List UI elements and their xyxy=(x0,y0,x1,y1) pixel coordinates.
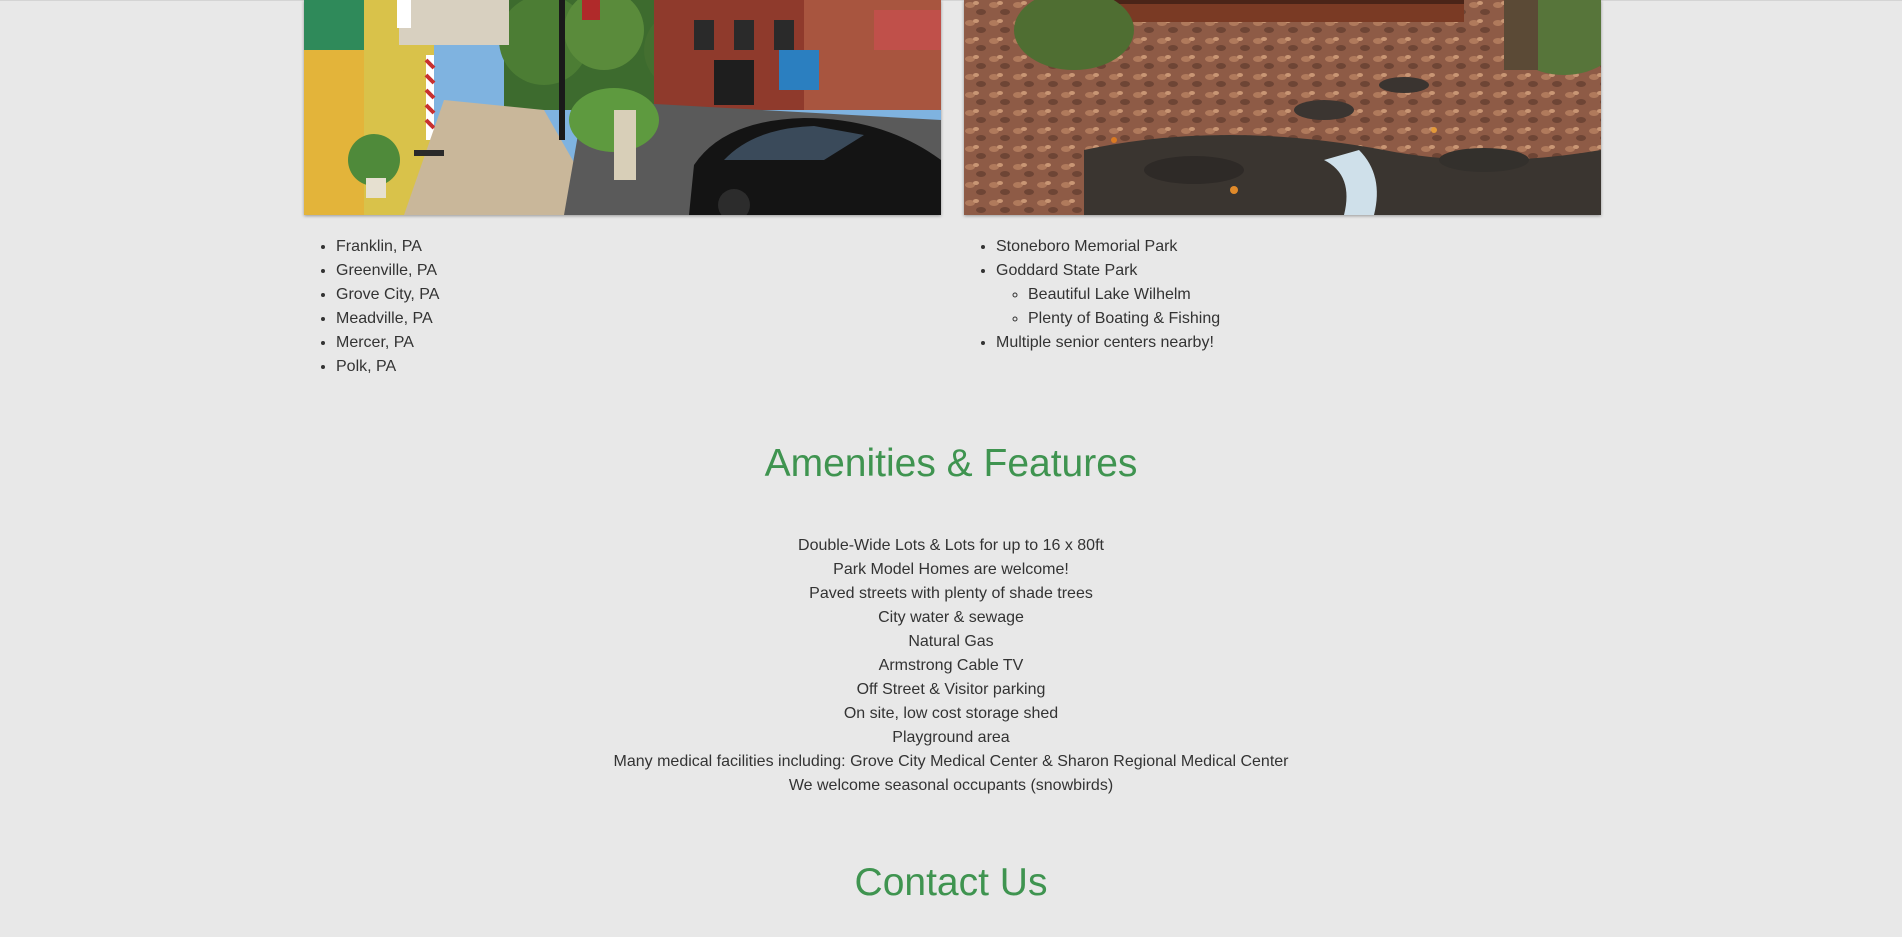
nearby-towns-list: Franklin, PA Greenville, PA Grove City, … xyxy=(304,235,941,379)
amenities-heading: Amenities & Features xyxy=(764,442,1138,485)
amenity-item: Paved streets with plenty of shade trees xyxy=(809,585,1093,602)
amenity-item: Park Model Homes are welcome! xyxy=(833,561,1069,578)
creek-park-photo xyxy=(964,0,1601,215)
recreation-column: Stoneboro Memorial Park Goddard State Pa… xyxy=(964,0,1601,355)
list-item: Polk, PA xyxy=(336,355,941,379)
list-item: Multiple senior centers nearby! xyxy=(996,331,1601,355)
list-item: Greenville, PA xyxy=(336,259,941,283)
amenity-item: Natural Gas xyxy=(908,633,994,650)
amenity-item: Double-Wide Lots & Lots for up to 16 x 8… xyxy=(798,537,1104,554)
list-item-label: Goddard State Park xyxy=(996,262,1138,279)
top-divider xyxy=(0,0,1902,1)
amenity-item: On site, low cost storage shed xyxy=(843,705,1059,722)
amenities-list: Double-Wide Lots & Lots for up to 16 x 8… xyxy=(0,534,1902,798)
amenity-item: We welcome seasonal occupants (snowbirds… xyxy=(788,777,1114,794)
amenity-item: Many medical facilities including: Grove… xyxy=(613,753,1289,770)
recreation-list: Stoneboro Memorial Park Goddard State Pa… xyxy=(964,235,1601,355)
sub-list-item: Plenty of Boating & Fishing xyxy=(1028,307,1601,331)
list-item: Stoneboro Memorial Park xyxy=(996,235,1601,259)
amenity-item: City water & sewage xyxy=(878,609,1024,626)
list-item: Franklin, PA xyxy=(336,235,941,259)
nearby-towns-column: Franklin, PA Greenville, PA Grove City, … xyxy=(304,0,941,379)
sub-list-item: Beautiful Lake Wilhelm xyxy=(1028,283,1601,307)
street-scene-photo xyxy=(304,0,941,215)
list-item: Grove City, PA xyxy=(336,283,941,307)
amenity-item: Playground area xyxy=(892,729,1010,746)
contact-heading: Contact Us xyxy=(854,861,1048,904)
list-item: Goddard State Park Beautiful Lake Wilhel… xyxy=(996,259,1601,331)
list-item: Meadville, PA xyxy=(336,307,941,331)
amenity-item: Off Street & Visitor parking xyxy=(856,681,1046,698)
amenity-item: Armstrong Cable TV xyxy=(878,657,1024,674)
sub-list: Beautiful Lake Wilhelm Plenty of Boating… xyxy=(996,283,1601,331)
list-item: Mercer, PA xyxy=(336,331,941,355)
